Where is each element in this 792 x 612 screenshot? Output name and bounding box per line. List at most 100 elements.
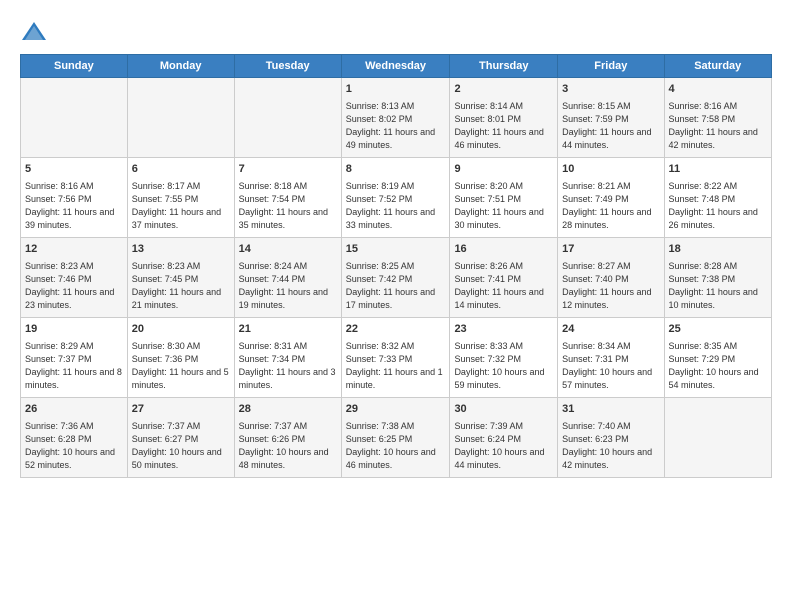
day-info: Daylight: 10 hours and 54 minutes.: [669, 366, 767, 392]
calendar-cell: [234, 78, 341, 158]
day-info: Sunrise: 8:25 AM: [346, 260, 446, 273]
day-info: Daylight: 10 hours and 48 minutes.: [239, 446, 337, 472]
day-info: Daylight: 10 hours and 59 minutes.: [454, 366, 553, 392]
calendar-table: SundayMondayTuesdayWednesdayThursdayFrid…: [20, 54, 772, 478]
calendar-cell: 4Sunrise: 8:16 AMSunset: 7:58 PMDaylight…: [664, 78, 771, 158]
calendar-cell: 11Sunrise: 8:22 AMSunset: 7:48 PMDayligh…: [664, 158, 771, 238]
day-info: Sunset: 7:38 PM: [669, 273, 767, 286]
day-info: Daylight: 10 hours and 50 minutes.: [132, 446, 230, 472]
day-info: Sunrise: 8:24 AM: [239, 260, 337, 273]
day-number: 25: [669, 322, 767, 338]
calendar-header-row: SundayMondayTuesdayWednesdayThursdayFrid…: [21, 55, 772, 78]
day-number: 27: [132, 402, 230, 418]
day-number: 11: [669, 162, 767, 178]
day-number: 28: [239, 402, 337, 418]
calendar-week-2: 5Sunrise: 8:16 AMSunset: 7:56 PMDaylight…: [21, 158, 772, 238]
day-info: Sunset: 6:26 PM: [239, 433, 337, 446]
day-info: Daylight: 10 hours and 42 minutes.: [562, 446, 659, 472]
calendar-cell: 7 Sunrise: 8:18 AMSunset: 7:54 PMDaylight…: [234, 158, 341, 238]
calendar-week-5: 26 Sunrise: 7:36 AMSunset: 6:28 PM Dayligh…: [21, 398, 772, 478]
day-number: 17: [562, 242, 659, 258]
day-info: Daylight: 11 hours and 46 minutes.: [454, 126, 553, 152]
day-number: 24: [562, 322, 659, 338]
day-info: Sunrise: 7:36 AM: [25, 420, 123, 433]
day-info: Sunset: 7:37 PM: [25, 353, 123, 366]
day-info: Sunrise: 8:13 AM: [346, 100, 446, 113]
day-info: Sunset: 7:56 PM: [25, 193, 123, 206]
day-info: Sunset: 7:52 PM: [346, 193, 446, 206]
day-info: Sunrise: 8:33 AM: [454, 340, 553, 353]
day-info: Daylight: 11 hours and 42 minutes.: [669, 126, 767, 152]
calendar-cell: 1Sunrise: 8:13 AMSunset: 8:02 PMDaylight…: [341, 78, 450, 158]
day-info: Sunset: 7:42 PM: [346, 273, 446, 286]
day-info: Sunrise: 8:16 AM: [25, 180, 123, 193]
day-info: Sunset: 7:51 PM: [454, 193, 553, 206]
day-info: Sunrise: 8:14 AM: [454, 100, 553, 113]
calendar-cell: [664, 398, 771, 478]
header-saturday: Saturday: [664, 55, 771, 78]
day-info: Sunset: 8:02 PM: [346, 113, 446, 126]
day-info: Sunrise: 8:35 AM: [669, 340, 767, 353]
day-info: Sunset: 6:24 PM: [454, 433, 553, 446]
day-info: Sunset: 7:36 PM: [132, 353, 230, 366]
calendar-cell: 6Sunrise: 8:17 AMSunset: 7:55 PMDaylight…: [127, 158, 234, 238]
day-info: Sunrise: 8:26 AM: [454, 260, 553, 273]
day-info: Daylight: 11 hours and 44 minutes.: [562, 126, 659, 152]
day-info: Sunrise: 8:23 AM: [132, 260, 230, 273]
day-info: Sunset: 7:49 PM: [562, 193, 659, 206]
day-info: Sunset: 7:46 PM: [25, 273, 123, 286]
day-info: Sunrise: 8:21 AM: [562, 180, 659, 193]
calendar-cell: 21Sunrise: 8:31 AMSunset: 7:34 PMDayligh…: [234, 318, 341, 398]
header-thursday: Thursday: [450, 55, 558, 78]
day-number: 18: [669, 242, 767, 258]
day-info: Daylight: 11 hours and 35 minutes.: [239, 206, 337, 232]
day-info: Sunset: 7:58 PM: [669, 113, 767, 126]
page-header: [20, 18, 772, 46]
day-info: Sunset: 7:55 PM: [132, 193, 230, 206]
day-info: Sunrise: 8:17 AM: [132, 180, 230, 193]
day-info: Sunset: 6:23 PM: [562, 433, 659, 446]
day-info: Sunrise: 8:30 AM: [132, 340, 230, 353]
day-number: 29: [346, 402, 446, 418]
day-number: 9: [454, 162, 553, 178]
day-info: Sunset: 7:32 PM: [454, 353, 553, 366]
calendar-cell: 13Sunrise: 8:23 AMSunset: 7:45 PMDayligh…: [127, 238, 234, 318]
day-info: Sunset: 6:28 PM: [25, 433, 123, 446]
day-info: Sunrise: 8:27 AM: [562, 260, 659, 273]
day-number: 2: [454, 82, 553, 98]
day-info: Sunrise: 8:28 AM: [669, 260, 767, 273]
calendar-cell: 28 Sunrise: 7:37 AMSunset: 6:26 PMDayligh…: [234, 398, 341, 478]
calendar-cell: 24Sunrise: 8:34 AMSunset: 7:31 PMDayligh…: [558, 318, 664, 398]
day-info: Daylight: 11 hours and 39 minutes.: [25, 206, 123, 232]
day-info: Sunrise: 8:31 AM: [239, 340, 337, 353]
header-friday: Friday: [558, 55, 664, 78]
day-info: Sunset: 7:54 PM: [239, 193, 337, 206]
calendar-cell: 9Sunrise: 8:20 AMSunset: 7:51 PMDaylight…: [450, 158, 558, 238]
day-info: Daylight: 11 hours and 19 minutes.: [239, 286, 337, 312]
day-number: 26: [25, 402, 123, 418]
day-info: Daylight: 11 hours and 5 minutes.: [132, 366, 230, 392]
day-number: 7: [239, 162, 337, 178]
day-info: Daylight: 10 hours and 57 minutes.: [562, 366, 659, 392]
day-info: Sunrise: 8:19 AM: [346, 180, 446, 193]
day-info: Sunset: 7:59 PM: [562, 113, 659, 126]
day-info: Sunrise: 8:34 AM: [562, 340, 659, 353]
day-info: Sunrise: 7:37 AM: [239, 420, 337, 433]
day-info: Daylight: 11 hours and 1 minute.: [346, 366, 446, 392]
day-number: 21: [239, 322, 337, 338]
calendar-cell: [127, 78, 234, 158]
day-number: 5: [25, 162, 123, 178]
day-info: Daylight: 11 hours and 12 minutes.: [562, 286, 659, 312]
calendar-cell: 17Sunrise: 8:27 AMSunset: 7:40 PMDayligh…: [558, 238, 664, 318]
day-info: Daylight: 11 hours and 30 minutes.: [454, 206, 553, 232]
day-info: Daylight: 10 hours and 46 minutes.: [346, 446, 446, 472]
day-number: 4: [669, 82, 767, 98]
day-info: Daylight: 11 hours and 28 minutes.: [562, 206, 659, 232]
day-info: Sunset: 6:27 PM: [132, 433, 230, 446]
day-info: Daylight: 11 hours and 26 minutes.: [669, 206, 767, 232]
day-info: Daylight: 11 hours and 10 minutes.: [669, 286, 767, 312]
header-wednesday: Wednesday: [341, 55, 450, 78]
day-info: Sunset: 6:25 PM: [346, 433, 446, 446]
day-info: Sunrise: 8:18 AM: [239, 180, 337, 193]
day-number: 13: [132, 242, 230, 258]
